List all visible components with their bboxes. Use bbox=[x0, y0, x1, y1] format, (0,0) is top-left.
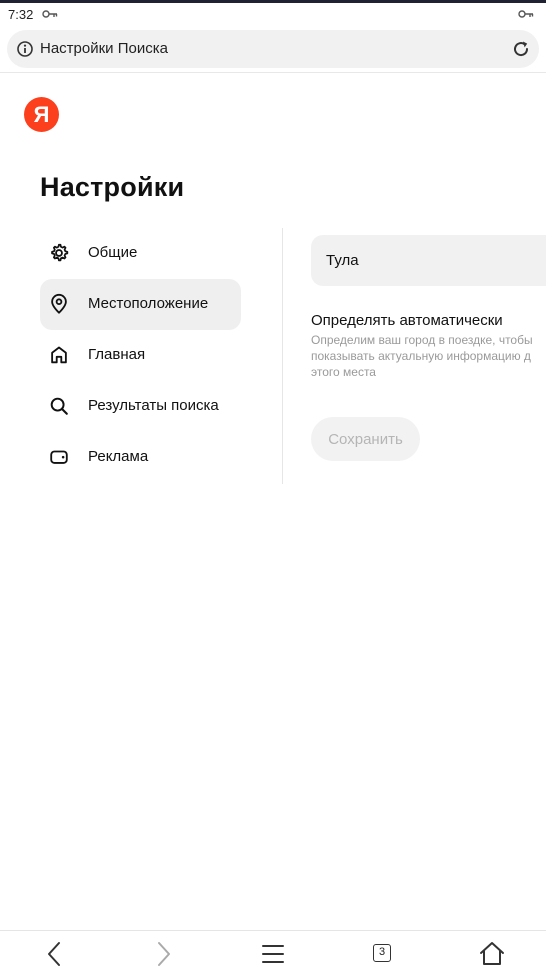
city-value[interactable]: Тула bbox=[326, 252, 359, 269]
status-bar: 7:32 bbox=[0, 3, 546, 27]
auto-detect-title[interactable]: Определять автоматически bbox=[311, 312, 503, 329]
yandex-logo[interactable]: Я bbox=[24, 97, 59, 132]
sidebar-item-label: Реклама bbox=[88, 448, 149, 465]
back-arrow-icon[interactable] bbox=[40, 939, 70, 969]
location-pin-icon bbox=[51, 293, 67, 314]
home-icon[interactable] bbox=[477, 939, 507, 969]
menu-icon[interactable] bbox=[258, 939, 288, 969]
key-icon bbox=[42, 10, 58, 18]
vpn-key-icon bbox=[518, 10, 534, 18]
tabs-count: 3 bbox=[373, 944, 391, 962]
settings-sidebar: Общие Местоположение Главная Результаты … bbox=[40, 228, 241, 483]
address-bar-divider bbox=[0, 72, 546, 73]
gear-icon bbox=[51, 243, 69, 262]
address-bar-title[interactable]: Настройки Поиска bbox=[40, 40, 168, 57]
forward-arrow-icon[interactable] bbox=[148, 939, 178, 969]
address-bar[interactable]: Настройки Поиска bbox=[7, 30, 539, 68]
sidebar-item-label: Местоположение bbox=[88, 295, 209, 312]
page-title: Настройки bbox=[40, 172, 185, 202]
city-input[interactable]: Тула bbox=[311, 235, 546, 286]
reload-icon[interactable] bbox=[511, 39, 531, 59]
sidebar-item-label: Главная bbox=[88, 346, 146, 363]
tabs-button[interactable]: 3 bbox=[367, 939, 397, 969]
content-divider bbox=[282, 228, 283, 484]
sidebar-item-ads[interactable]: Реклама bbox=[40, 432, 241, 483]
sidebar-item-label: Результаты поиска bbox=[88, 397, 219, 414]
sidebar-item-general[interactable]: Общие bbox=[40, 228, 241, 279]
search-icon bbox=[50, 397, 68, 415]
auto-detect-description-line: этого места bbox=[311, 365, 376, 379]
sidebar-item-home[interactable]: Главная bbox=[40, 330, 241, 381]
home-icon bbox=[51, 346, 67, 364]
auto-detect-description-line: Определим ваш город в поездке, чтобы bbox=[311, 333, 533, 347]
wallet-icon bbox=[50, 450, 68, 464]
status-time: 7:32 bbox=[8, 7, 34, 22]
sidebar-item-location[interactable]: Местоположение bbox=[40, 279, 241, 330]
sidebar-item-label: Общие bbox=[88, 244, 138, 261]
sidebar-item-search-results[interactable]: Результаты поиска bbox=[40, 381, 241, 432]
auto-detect-description-line: показывать актуальную информацию д bbox=[311, 349, 531, 363]
auto-detect-description: Определим ваш город в поездке, чтобы пок… bbox=[311, 332, 546, 380]
save-button[interactable]: Сохранить bbox=[311, 417, 420, 461]
bottom-toolbar: 3 bbox=[0, 931, 546, 975]
info-icon[interactable] bbox=[17, 41, 33, 57]
